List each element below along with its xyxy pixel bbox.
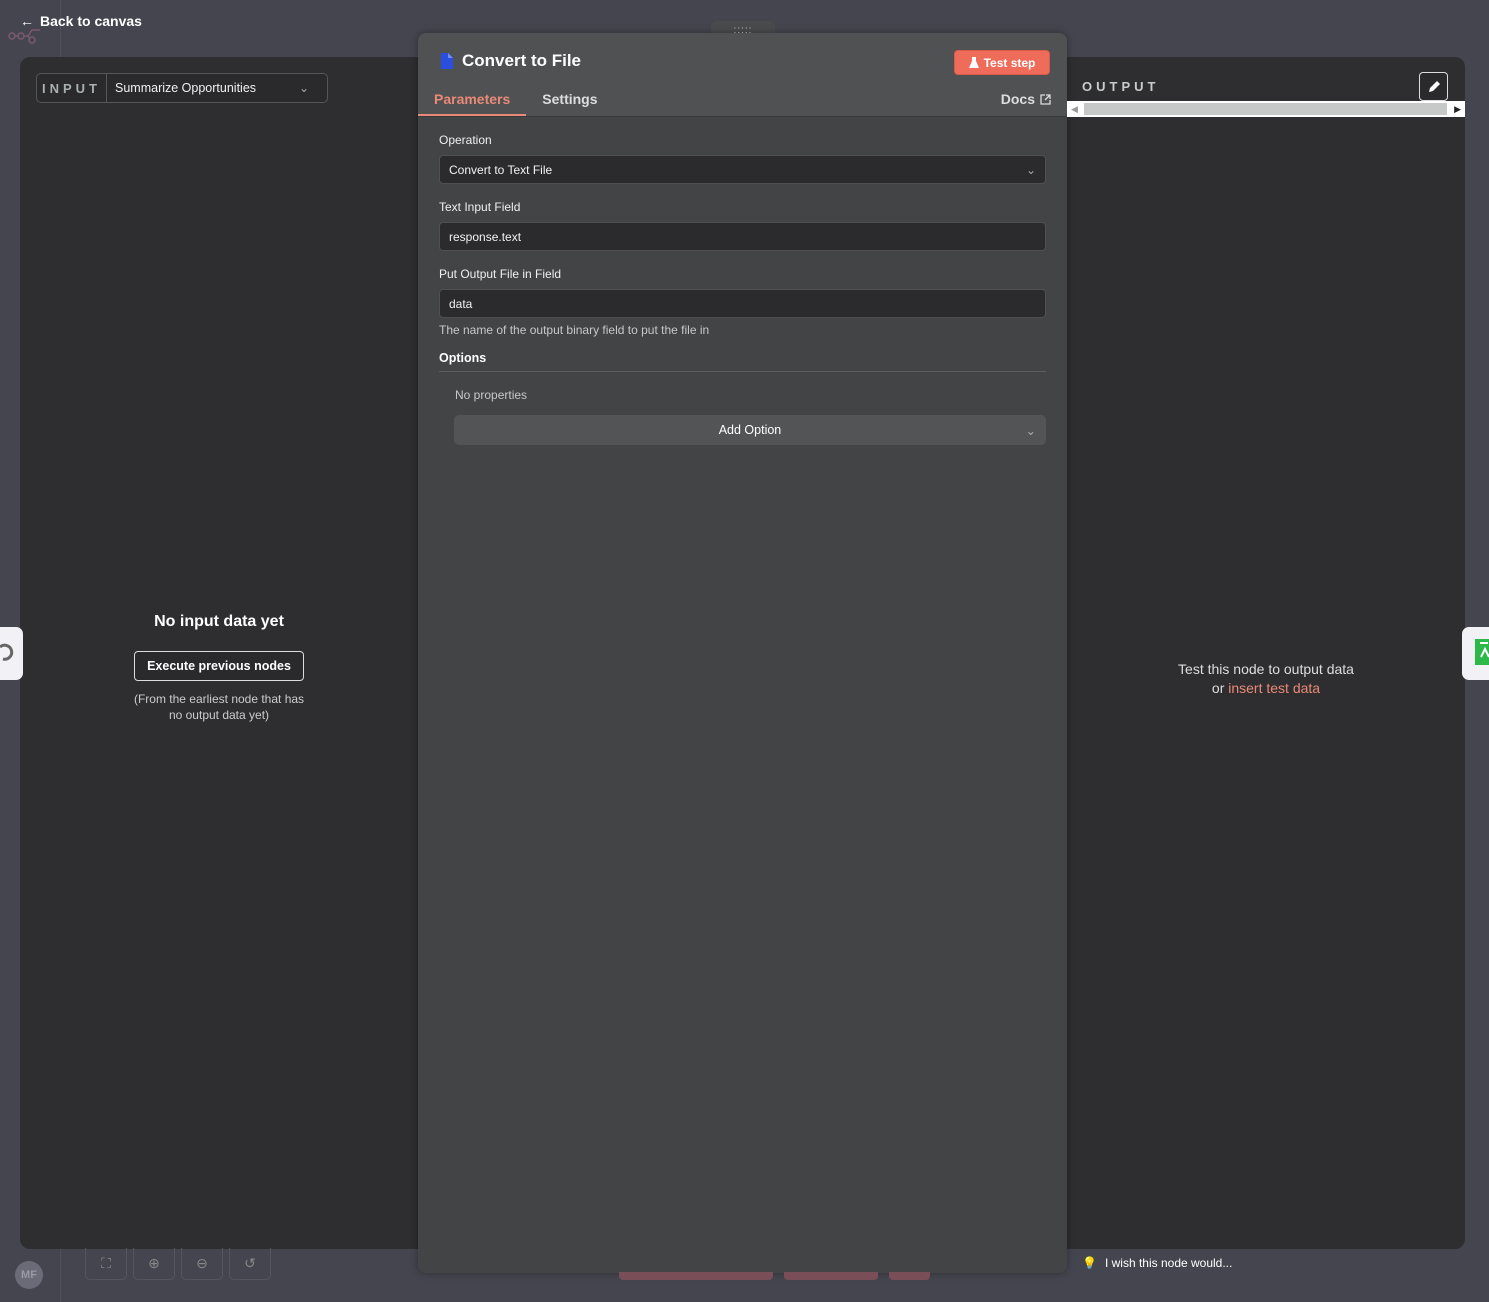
chevron-down-icon: ⌄	[1025, 423, 1036, 438]
parameters-form: Operation Convert to Text File ⌄ Text In…	[439, 133, 1046, 445]
node-title: Convert to File	[438, 51, 581, 71]
input-label: INPUT	[37, 74, 107, 102]
undo-icon: ↺	[244, 1255, 256, 1271]
back-to-canvas-button[interactable]: ← Back to canvas	[20, 13, 142, 29]
scroll-left-icon[interactable]: ◀	[1071, 104, 1078, 115]
execute-previous-nodes-button[interactable]: Execute previous nodes	[134, 651, 304, 681]
lightbulb-icon: 💡	[1082, 1256, 1097, 1270]
options-heading: Options	[439, 351, 1046, 372]
add-option-button[interactable]: Add Option ⌄	[454, 415, 1046, 445]
file-icon	[441, 53, 453, 69]
fullscreen-icon: ⛶	[101, 1255, 111, 1271]
zoom-out-icon: ⊖	[196, 1255, 208, 1271]
output-field-hint: The name of the output binary field to p…	[439, 323, 710, 337]
no-input-state: No input data yet Execute previous nodes…	[20, 613, 418, 723]
zoom-in-button[interactable]: ⊕	[133, 1248, 175, 1280]
operation-select[interactable]: Convert to Text File ⌄	[439, 155, 1046, 184]
tab-settings[interactable]: Settings	[526, 88, 613, 116]
output-label: OUTPUT	[1082, 79, 1160, 94]
edit-output-button[interactable]	[1419, 72, 1448, 101]
output-file-field-input[interactable]: data	[439, 289, 1046, 318]
node-header: Convert to File Test step Parameters Set…	[418, 33, 1067, 117]
output-field-label: Put Output File in Field	[439, 267, 562, 281]
node-icon	[0, 643, 14, 661]
test-step-button[interactable]: Test step	[954, 50, 1050, 75]
arrow-left-icon: ←	[20, 13, 34, 29]
spreadsheet-icon	[1475, 639, 1489, 665]
n8n-logo-icon	[8, 29, 40, 44]
canvas-button	[889, 1272, 930, 1280]
scrollbar-thumb[interactable]	[1084, 103, 1447, 115]
feedback-link[interactable]: 💡 I wish this node would...	[1082, 1256, 1232, 1270]
avatar[interactable]: MF	[15, 1261, 43, 1289]
horizontal-scrollbar[interactable]: ◀ ▶	[1067, 101, 1465, 117]
no-input-title: No input data yet	[154, 613, 284, 630]
tabs: Parameters Settings	[418, 88, 614, 116]
previous-node-tab[interactable]	[0, 627, 23, 680]
reset-zoom-button[interactable]: ↺	[229, 1248, 271, 1280]
output-empty-message: Test this node to output data or insert …	[1178, 661, 1354, 696]
chevron-down-icon: ⌄	[299, 81, 310, 95]
canvas-button	[784, 1272, 878, 1280]
chevron-down-icon: ⌄	[1025, 162, 1036, 177]
node-parameters-panel: Convert to File Test step Parameters Set…	[418, 33, 1067, 1273]
scroll-right-icon[interactable]: ▶	[1454, 104, 1461, 115]
text-input-field[interactable]: response.text	[439, 222, 1046, 251]
output-panel: OUTPUT ◀ ▶ Test this node to output data…	[1067, 57, 1465, 1249]
insert-test-data-link[interactable]: insert test data	[1228, 680, 1320, 696]
pencil-icon	[1428, 80, 1440, 92]
external-link-icon	[1040, 93, 1051, 105]
flask-icon	[968, 56, 979, 68]
zoom-out-button[interactable]: ⊖	[181, 1248, 223, 1280]
next-node-tab[interactable]	[1462, 627, 1489, 680]
fit-view-button[interactable]: ⛶	[85, 1248, 127, 1280]
operation-label: Operation	[439, 133, 492, 147]
zoom-in-icon: ⊕	[148, 1255, 160, 1271]
input-node-value: Summarize Opportunities	[115, 81, 257, 95]
input-panel: INPUT Summarize Opportunities ⌄ No input…	[20, 57, 418, 1249]
canvas-button	[619, 1272, 773, 1280]
docs-link[interactable]: Docs	[1001, 91, 1051, 107]
text-input-field-label: Text Input Field	[439, 200, 521, 214]
execute-note: (From the earliest node that has no outpu…	[133, 692, 305, 722]
no-properties-text: No properties	[455, 388, 528, 402]
input-node-select[interactable]: INPUT Summarize Opportunities ⌄	[36, 73, 328, 103]
tab-parameters[interactable]: Parameters	[418, 88, 527, 116]
